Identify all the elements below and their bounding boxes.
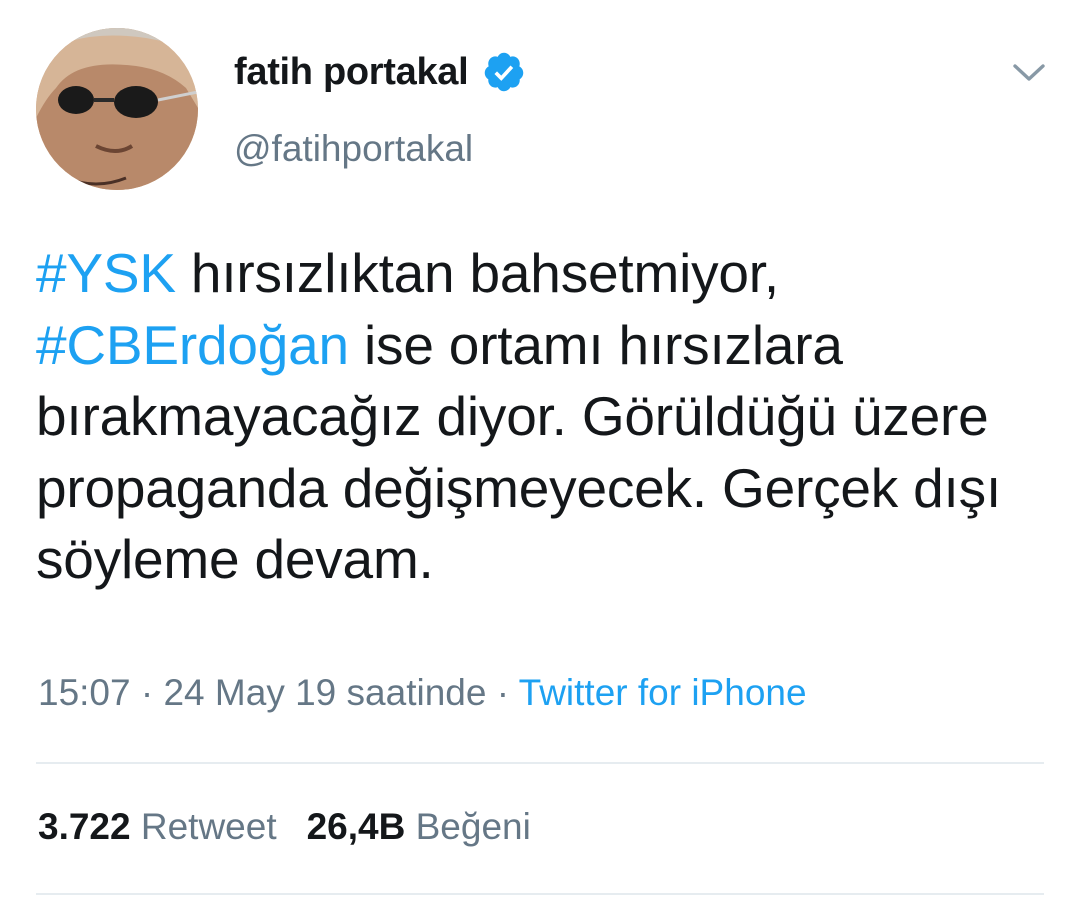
tweet-source-link[interactable]: Twitter for iPhone [519, 672, 807, 713]
avatar-photo [36, 28, 198, 190]
retweets-label: Retweet [140, 806, 277, 847]
tweet-text-segment: hırsızlıktan bahsetmiyor, [175, 242, 779, 304]
avatar[interactable] [36, 28, 198, 190]
meta-separator: · [486, 672, 519, 713]
tweet-meta: 15:07 · 24 May 19 saatinde · Twitter for… [38, 672, 807, 714]
tweet-time: 15:07 [38, 672, 131, 713]
hashtag-cberdogan[interactable]: #CBErdoğan [36, 314, 349, 376]
likes-label: Beğeni [415, 806, 531, 847]
tweet-date: 24 May 19 saatinde [163, 672, 487, 713]
hashtag-ysk[interactable]: #YSK [36, 242, 176, 304]
tweet-text: #YSK hırsızlıktan bahsetmiyor, #CBErdoğa… [36, 238, 1046, 596]
handle[interactable]: @fatihportakal [234, 128, 473, 170]
display-name[interactable]: fatih portakal [234, 51, 469, 94]
tweet-stats: 3.722 Retweet 26,4B Beğeni [38, 806, 561, 848]
likes-count: 26,4B [306, 806, 406, 847]
likes-stat[interactable]: 26,4B Beğeni [307, 806, 531, 847]
verified-badge-icon [485, 52, 524, 92]
chevron-down-icon[interactable] [1012, 62, 1046, 84]
retweets-count: 3.722 [38, 806, 131, 847]
retweets-stat[interactable]: 3.722 Retweet [38, 806, 277, 847]
meta-separator: · [130, 672, 164, 713]
display-name-row[interactable]: fatih portakal [234, 50, 526, 94]
divider [36, 762, 1044, 764]
divider [36, 893, 1044, 895]
